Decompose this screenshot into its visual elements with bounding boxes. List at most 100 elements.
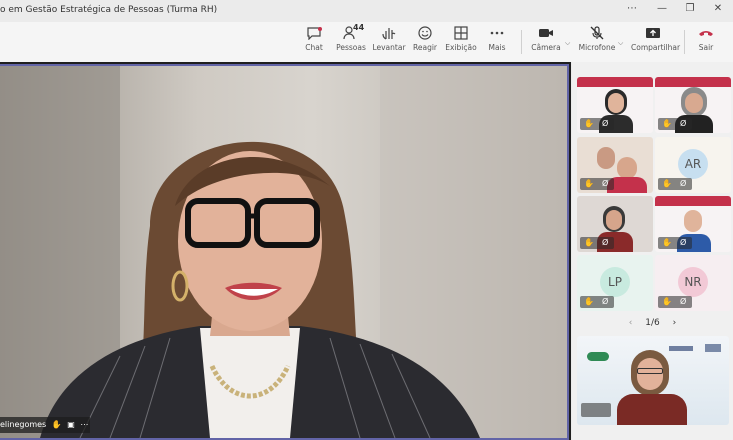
tile-controls: ✋ Ø — [658, 237, 692, 249]
page-indicator: 1/6 — [645, 318, 660, 328]
participant-face — [608, 93, 624, 113]
speaker-name-tag: elinegomes ✋ ▣ ⋯ — [0, 417, 90, 433]
self-view-controls — [581, 403, 611, 417]
raise-hand-indicator-icon: ✋ — [51, 420, 62, 429]
logo-badge — [705, 344, 721, 352]
tile-controls: ✋ Ø — [658, 178, 692, 190]
avatar: LP — [600, 267, 630, 297]
raise-hand-indicator-icon: ✋ — [662, 297, 672, 306]
chevron-left-icon[interactable]: ‹ — [629, 318, 633, 328]
tile-controls: ✋ Ø — [580, 237, 614, 249]
chat-icon — [300, 26, 328, 40]
avatar: NR — [678, 267, 708, 297]
chat-label: Chat — [305, 43, 323, 52]
microphone-button[interactable]: Microfone — [578, 26, 616, 52]
speaker-name: elinegomes — [0, 420, 47, 429]
grid-icon — [444, 26, 478, 40]
camera-icon — [530, 26, 562, 40]
speaker-video-frame — [0, 66, 567, 438]
share-button[interactable]: Compartilhar — [631, 26, 680, 52]
participant-tile[interactable]: LP ✋ Ø — [577, 255, 653, 311]
pin-icon[interactable]: ▣ — [67, 420, 75, 429]
ellipsis-icon — [484, 26, 510, 40]
camera-button[interactable]: Câmera — [530, 26, 562, 52]
tile-controls: ✋ Ø — [580, 296, 614, 308]
participant-tile[interactable]: ✋ Ø — [577, 196, 653, 252]
toolbar-divider — [521, 30, 522, 54]
participant-face — [617, 157, 637, 179]
self-view-video[interactable] — [577, 336, 729, 425]
self-body — [617, 394, 687, 425]
participant-tile[interactable]: ✋ Ø — [655, 196, 731, 252]
avatar: AR — [678, 149, 708, 179]
participant-tile[interactable]: NR ✋ Ø — [655, 255, 731, 311]
participant-face — [597, 147, 615, 169]
title-bar: o em Gestão Estratégica de Pessoas (Turm… — [0, 0, 733, 22]
unread-dot — [318, 27, 322, 31]
raise-hand-button[interactable]: Levantar — [372, 26, 406, 52]
logo-badge — [669, 346, 693, 351]
react-label: Reagir — [412, 43, 437, 52]
mic-muted-icon: Ø — [680, 119, 687, 128]
hand-icon — [372, 26, 406, 40]
raise-hand-indicator-icon: ✋ — [662, 179, 672, 188]
mic-muted-icon: Ø — [680, 238, 687, 247]
raise-hand-indicator-icon: ✋ — [584, 179, 594, 188]
people-count: 44 — [353, 23, 365, 32]
participant-tile[interactable]: AR ✋ Ø — [655, 137, 731, 193]
share-label: Compartilhar — [631, 43, 681, 52]
people-label: Pessoas — [336, 43, 366, 52]
participant-tile[interactable]: ✋ Ø — [577, 77, 653, 133]
maximize-icon[interactable]: ❐ — [682, 3, 698, 14]
raise-hand-indicator-icon: ✋ — [584, 238, 594, 247]
participant-face — [684, 210, 702, 232]
participant-face — [606, 210, 622, 230]
share-screen-icon — [631, 26, 675, 40]
smiley-icon — [410, 26, 440, 40]
mic-muted-icon: Ø — [602, 238, 609, 247]
raise-hand-indicator-icon: ✋ — [662, 238, 672, 247]
view-button[interactable]: Exibição — [444, 26, 478, 52]
mic-muted-icon: Ø — [602, 119, 609, 128]
camera-chevron-down-icon[interactable]: ⌵ — [565, 39, 570, 48]
close-icon[interactable]: ✕ — [710, 3, 726, 14]
mic-muted-icon — [578, 26, 616, 40]
toolbar-divider — [684, 30, 685, 54]
tile-controls: ✋ Ø — [658, 296, 692, 308]
window-title: o em Gestão Estratégica de Pessoas (Turm… — [0, 5, 218, 15]
mic-chevron-down-icon[interactable]: ⌵ — [618, 39, 623, 48]
react-button[interactable]: Reagir — [410, 26, 440, 52]
mic-muted-icon: Ø — [602, 179, 609, 188]
more-options-icon[interactable]: ⋯ — [624, 3, 640, 14]
view-label: Exibição — [445, 43, 477, 52]
more-button[interactable]: Mais — [484, 26, 510, 52]
raise-hand-indicator-icon: ✋ — [584, 119, 594, 128]
camera-label: Câmera — [531, 43, 561, 52]
leave-label: Sair — [698, 43, 714, 52]
tile-controls: ✋ Ø — [580, 178, 614, 190]
chevron-right-icon[interactable]: › — [673, 318, 677, 328]
more-icon[interactable]: ⋯ — [80, 420, 88, 429]
participant-face — [685, 93, 703, 113]
meeting-toolbar: Chat Pessoas 44 Levantar Reagir Exibição… — [0, 22, 733, 62]
participant-tile[interactable]: ✋ Ø — [655, 77, 731, 133]
glasses-icon — [637, 368, 663, 374]
gallery-pager: ‹ 1/6 › — [572, 318, 733, 328]
hang-up-icon — [694, 26, 718, 40]
self-face — [637, 358, 663, 390]
mic-muted-icon: Ø — [680, 179, 687, 188]
mic-label: Microfone — [578, 43, 616, 52]
chat-button[interactable]: Chat — [300, 26, 328, 52]
participant-tile[interactable]: ✋ Ø — [577, 137, 653, 193]
raise-hand-indicator-icon: ✋ — [584, 297, 594, 306]
leave-button[interactable]: Sair — [694, 26, 718, 52]
tile-controls: ✋ Ø — [580, 118, 614, 130]
tile-controls: ✋ Ø — [658, 118, 692, 130]
mic-muted-icon: Ø — [602, 297, 609, 306]
active-speaker-video[interactable] — [0, 64, 569, 440]
mic-muted-icon: Ø — [680, 297, 687, 306]
more-label: Mais — [488, 43, 506, 52]
minimize-icon[interactable]: — — [654, 3, 670, 14]
raise-label: Levantar — [372, 43, 406, 52]
slide-banner — [655, 196, 731, 206]
